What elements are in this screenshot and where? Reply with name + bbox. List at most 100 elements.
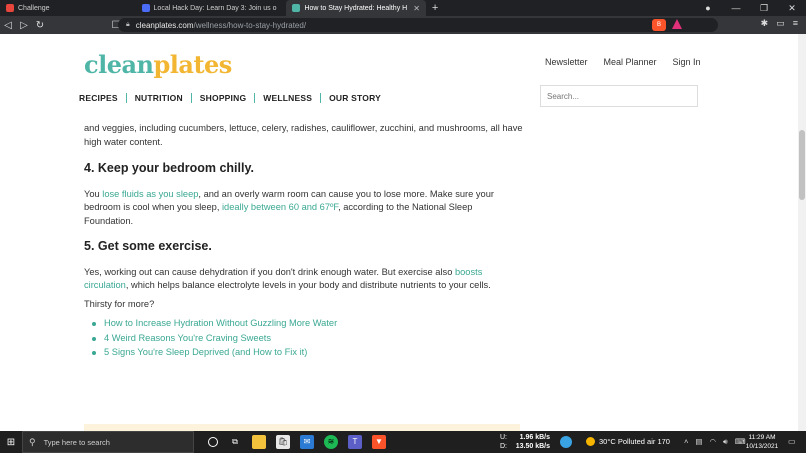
list-item: How to Increase Hydration Without Guzzli… <box>84 317 524 332</box>
tab-title: How to Stay Hydrated: Healthy H <box>304 4 408 12</box>
taskbar-search-placeholder: Type here to search <box>43 437 110 447</box>
search-input[interactable] <box>540 85 698 107</box>
related-link-sweets[interactable]: 4 Weird Reasons You're Craving Sweets <box>104 333 271 343</box>
nav-wellness[interactable]: WELLNESS <box>255 93 322 103</box>
upload-speed: 1.96 kB/s <box>519 434 550 441</box>
cortana-icon[interactable] <box>208 437 218 447</box>
notifications-icon[interactable]: ▭ <box>788 437 796 446</box>
sidebar-icon[interactable]: ▭ <box>776 18 785 29</box>
system-tray: ˄ ▤ ◠ 🔊︎ ⌨ <box>684 437 746 447</box>
logo-text-clean: clean <box>84 50 154 79</box>
close-tab-icon[interactable]: ✕ <box>413 4 420 13</box>
text-span: You <box>84 188 103 199</box>
file-explorer-icon[interactable] <box>252 435 266 449</box>
page-scrollbar[interactable] <box>798 34 806 431</box>
mail-icon[interactable]: ✉ <box>300 435 314 449</box>
spotify-icon[interactable]: ≋ <box>324 435 338 449</box>
app-tray-icon[interactable] <box>560 436 572 448</box>
clock-date: 10/13/2021 <box>745 443 779 450</box>
site-logo[interactable]: cleanplates <box>84 50 232 79</box>
forward-icon[interactable]: ▷ <box>16 20 32 31</box>
url-host: cleanplates.com <box>135 20 194 30</box>
taskbar-apps: ⧉ 🛍︎ ✉ ≋ T ▼ <box>208 435 386 449</box>
brave-browser-icon[interactable]: ▼ <box>372 435 386 449</box>
nav-recipes[interactable]: RECIPES <box>79 93 127 103</box>
reload-icon[interactable]: ↻ <box>32 20 48 31</box>
back-icon[interactable]: ◁ <box>0 20 16 31</box>
heading-keep-bedroom-chilly: 4. Keep your bedroom chilly. <box>84 161 254 175</box>
favicon-icon <box>292 4 301 12</box>
taskbar-search[interactable]: ⚲ Type here to search <box>22 431 194 453</box>
sign-in-link[interactable]: Sign In <box>673 57 701 67</box>
scrollbar-thumb[interactable] <box>799 130 805 200</box>
upload-label: U: <box>500 434 507 441</box>
download-label: D: <box>500 443 507 450</box>
related-link-sleep[interactable]: 5 Signs You're Sleep Deprived (and How t… <box>104 347 307 357</box>
wifi-icon[interactable]: ◠ <box>709 437 716 447</box>
teams-icon[interactable]: T <box>348 435 362 449</box>
download-speed: 13.50 kB/s <box>515 443 550 450</box>
windows-taskbar: ⊞ ⚲ Type here to search ⧉ 🛍︎ ✉ ≋ T ▼ U: 1… <box>0 431 806 453</box>
close-window-button[interactable]: ✕ <box>778 0 806 16</box>
chevron-up-icon[interactable]: ˄ <box>684 437 688 447</box>
top-links: Newsletter Meal Planner Sign In <box>545 57 701 67</box>
brave-rewards-icon[interactable] <box>672 19 682 29</box>
browser-tab-bar: Challenge Local Hack Day: Learn Day 3: J… <box>0 0 806 16</box>
address-toolbar: ◁ ▷ ↻ ☐ 🔒︎ cleanplates.com/wellness/how-… <box>0 16 806 34</box>
brave-shield-icon[interactable]: B <box>652 19 666 31</box>
tab-title: Local Hack Day: Learn Day 3: Join us o <box>153 4 277 12</box>
search-icon: ⚲ <box>29 436 36 447</box>
nav-our-story[interactable]: OUR STORY <box>321 93 389 103</box>
thirsty-for-more: Thirsty for more? <box>84 298 155 309</box>
tab-title: Challenge <box>18 4 50 12</box>
system-clock[interactable]: 11:29 AM 10/13/2021 <box>742 433 782 451</box>
article-body: and veggies, including cucumbers, lettuc… <box>84 122 524 361</box>
newsletter-link[interactable]: Newsletter <box>545 57 588 67</box>
tab-local-hack-day[interactable]: Local Hack Day: Learn Day 3: Join us o <box>136 0 283 16</box>
favicon-icon <box>141 4 150 12</box>
related-links-list: How to Increase Hydration Without Guzzli… <box>84 317 524 361</box>
meal-planner-link[interactable]: Meal Planner <box>604 57 657 67</box>
favicon-icon <box>6 4 14 12</box>
intro-paragraph: and veggies, including cucumbers, lettuc… <box>84 123 523 147</box>
minimize-button[interactable]: — <box>722 0 750 16</box>
window-controls: ● — ❐ ✕ <box>694 0 806 16</box>
temperature-link[interactable]: ideally between 60 and 67ºF <box>222 202 338 212</box>
tab-how-to-stay-hydrated[interactable]: How to Stay Hydrated: Healthy H ✕ <box>286 0 426 16</box>
new-tab-button[interactable]: + <box>432 2 438 14</box>
lose-fluids-link[interactable]: lose fluids as you sleep <box>102 189 198 199</box>
nav-nutrition[interactable]: NUTRITION <box>127 93 192 103</box>
lock-icon: 🔒︎ <box>126 21 130 28</box>
url-path: /wellness/how-to-stay-hydrated/ <box>193 20 307 30</box>
text-span: Yes, working out can cause dehydration i… <box>84 266 455 277</box>
list-item: 4 Weird Reasons You're Craving Sweets <box>84 332 524 347</box>
list-item: 5 Signs You're Sleep Deprived (and How t… <box>84 346 524 361</box>
volume-icon[interactable]: 🔊︎ <box>723 437 728 447</box>
logo-text-plates: plates <box>153 50 233 79</box>
maximize-button[interactable]: ❐ <box>750 0 778 16</box>
nav-shopping[interactable]: SHOPPING <box>192 93 256 103</box>
clock-time: 11:29 AM <box>748 434 776 441</box>
web-page: cleanplates Newsletter Meal Planner Sign… <box>0 34 806 431</box>
main-nav: RECIPES NUTRITION SHOPPING WELLNESS OUR … <box>79 93 389 103</box>
text-span: , which helps balance electrolyte levels… <box>125 280 491 290</box>
task-view-icon[interactable]: ⧉ <box>228 435 242 449</box>
profile-icon[interactable]: ● <box>694 0 722 16</box>
related-link-hydration[interactable]: How to Increase Hydration Without Guzzli… <box>104 318 337 328</box>
network-icon[interactable]: ▤ <box>695 437 702 447</box>
network-speed: U: 1.96 kB/s D: 13.50 kB/s <box>500 433 550 451</box>
toolbar-right: ✱ ▭ ≡ <box>761 18 798 29</box>
url-bar[interactable]: 🔒︎ cleanplates.com/wellness/how-to-stay-… <box>118 18 718 32</box>
windows-start-icon[interactable]: ⊞ <box>0 437 22 448</box>
weather-text: 30°C Polluted air 170 <box>599 437 670 446</box>
tab-challenge[interactable]: Challenge <box>0 0 56 16</box>
bedroom-paragraph: You lose fluids as you sleep, and an ove… <box>84 188 524 229</box>
weather-widget[interactable]: 30°C Polluted air 170 <box>586 437 670 446</box>
newsletter-banner-edge <box>84 424 520 431</box>
heading-get-exercise: 5. Get some exercise. <box>84 239 212 253</box>
store-icon[interactable]: 🛍︎ <box>276 435 290 449</box>
extensions-icon[interactable]: ✱ <box>761 18 769 29</box>
sun-icon <box>586 437 595 446</box>
exercise-paragraph: Yes, working out can cause dehydration i… <box>84 266 524 293</box>
menu-icon[interactable]: ≡ <box>793 18 798 29</box>
